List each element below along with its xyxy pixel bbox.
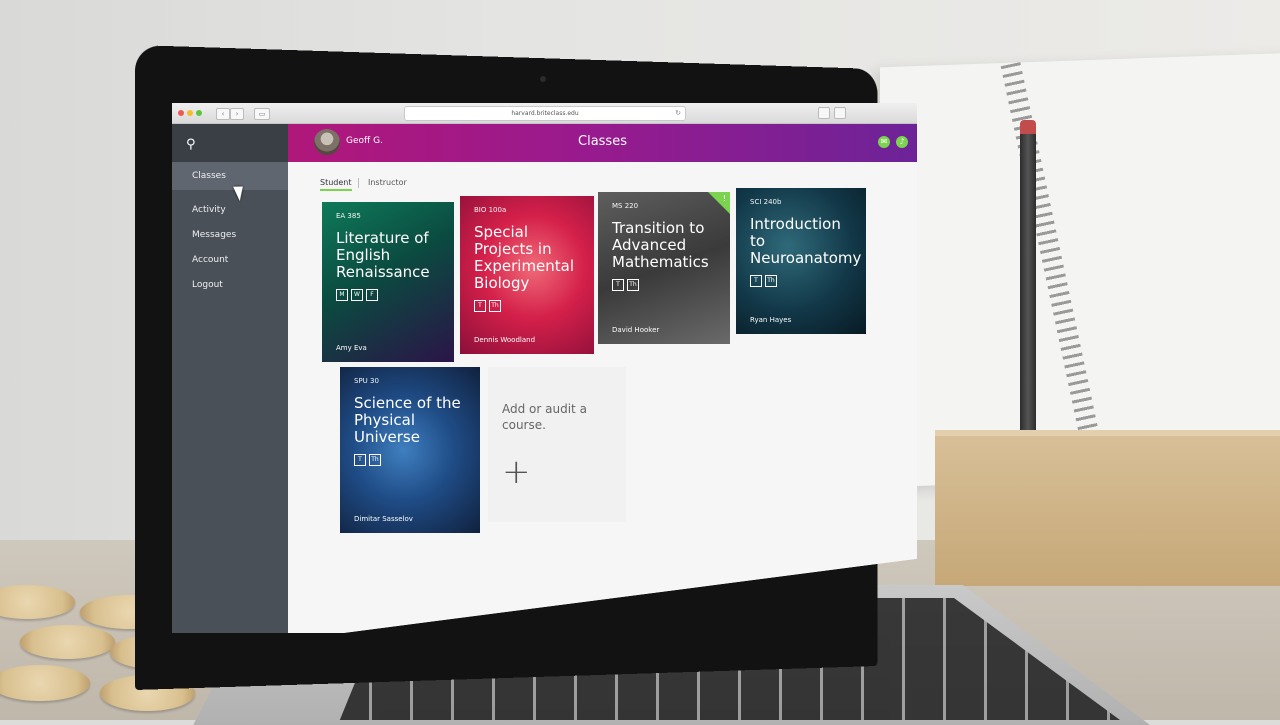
reload-icon[interactable]: ↻ [675, 107, 681, 120]
add-course-label: Add or audit a course. [502, 402, 587, 432]
sidebar-item-activity[interactable]: Activity [172, 196, 288, 224]
course-card-sci240b[interactable]: SCI 240b Introduction to Neuroanatomy T … [736, 188, 866, 334]
course-code: SPU 30 [354, 377, 379, 385]
sidebar-item-label: Activity [192, 205, 226, 215]
tabs-icon[interactable] [834, 107, 846, 119]
course-title: Literature of English Renaissance [336, 229, 430, 281]
messages-icon[interactable]: ✉ [878, 136, 890, 148]
zoom-window-button[interactable] [196, 110, 202, 116]
day-badge: Th [765, 275, 777, 287]
pencil [1020, 130, 1036, 460]
back-button[interactable]: ‹ [216, 108, 230, 120]
course-instructor: David Hooker [612, 326, 660, 334]
add-course-button[interactable]: Add or audit a course. + [488, 367, 626, 522]
course-code: MS 220 [612, 202, 639, 210]
day-badge: T [612, 279, 624, 291]
course-instructor: Amy Eva [336, 344, 367, 352]
page-title: Classes [578, 134, 627, 149]
day-badge: T [474, 300, 486, 312]
meeting-days: T Th [474, 300, 580, 312]
sidebar-item-classes[interactable]: Classes [172, 162, 288, 190]
wood-coaster [20, 625, 115, 659]
sidebar-search[interactable]: ⚲ [172, 124, 288, 162]
search-icon[interactable]: ⚲ [186, 137, 196, 152]
course-title: Special Projects in Experimental Biology [474, 223, 575, 292]
sidebar-item-label: Messages [192, 230, 237, 240]
sidebar-item-label: Account [192, 255, 229, 265]
day-badge: W [351, 289, 363, 301]
sidebar-item-account[interactable]: Account [172, 246, 288, 274]
course-title: Introduction to Neuroanatomy [750, 215, 862, 267]
course-card-ms220[interactable]: ! MS 220 Transition to Advanced Mathemat… [598, 192, 730, 344]
share-icon[interactable] [818, 107, 830, 119]
day-badge: Th [369, 454, 381, 466]
sidebar-item-logout[interactable]: Logout [172, 271, 288, 299]
course-instructor: Ryan Hayes [750, 316, 792, 324]
day-badge: T [354, 454, 366, 466]
meeting-days: T Th [612, 279, 716, 291]
minimize-window-button[interactable] [187, 110, 193, 116]
sidebar-item-messages[interactable]: Messages [172, 221, 288, 249]
main-content: Student Instructor EA 385 Literature of … [288, 162, 917, 633]
course-card-bio100a[interactable]: BIO 100a Special Projects in Experimenta… [460, 196, 594, 354]
course-code: EA 385 [336, 212, 361, 220]
camera-icon [540, 76, 546, 82]
new-indicator-icon: ! [722, 194, 726, 203]
day-badge: Th [489, 300, 501, 312]
sidebar-toggle-button[interactable]: ▭ [254, 108, 270, 120]
course-code: BIO 100a [474, 206, 507, 214]
course-title: Science of the Physical Universe [354, 394, 461, 446]
day-badge: M [336, 289, 348, 301]
laptop-screen: ‹ › ▭ harvard.briteclass.edu ↻ ⚲ Classes… [172, 103, 917, 633]
meeting-days: T Th [354, 454, 466, 466]
notifications-icon[interactable]: ♪ [896, 136, 908, 148]
course-instructor: Dimitar Sasselov [354, 515, 413, 523]
day-badge: Th [627, 279, 639, 291]
app-header: Geoff G. Classes ✉ ♪ [288, 124, 917, 162]
course-card-spu30[interactable]: SPU 30 Science of the Physical Universe … [340, 367, 480, 533]
course-instructor: Dennis Woodland [474, 336, 536, 344]
browser-toolbar: ‹ › ▭ harvard.briteclass.edu ↻ [172, 103, 917, 124]
course-card-ea385[interactable]: EA 385 Literature of English Renaissance… [322, 202, 454, 362]
plus-icon[interactable]: + [502, 455, 531, 489]
address-bar-url: harvard.briteclass.edu [511, 110, 579, 117]
sidebar-item-label: Classes [192, 171, 226, 181]
close-window-button[interactable] [178, 110, 184, 116]
forward-button[interactable]: › [230, 108, 244, 120]
tab-instructor[interactable]: Instructor [368, 178, 407, 187]
address-bar[interactable]: harvard.briteclass.edu ↻ [404, 106, 686, 121]
wooden-box [935, 430, 1280, 586]
day-badge: T [750, 275, 762, 287]
sidebar-item-label: Logout [192, 280, 223, 290]
course-title: Transition to Advanced Mathematics [612, 219, 709, 271]
tab-student[interactable]: Student [320, 178, 352, 191]
pencil-tip [1020, 120, 1036, 134]
course-code: SCI 240b [750, 198, 782, 206]
meeting-days: T Th [750, 275, 852, 287]
sidebar: ⚲ Classes Activity Messages Account Logo… [172, 124, 288, 633]
tab-divider [358, 178, 359, 188]
day-badge: F [366, 289, 378, 301]
meeting-days: M W F [336, 289, 440, 301]
